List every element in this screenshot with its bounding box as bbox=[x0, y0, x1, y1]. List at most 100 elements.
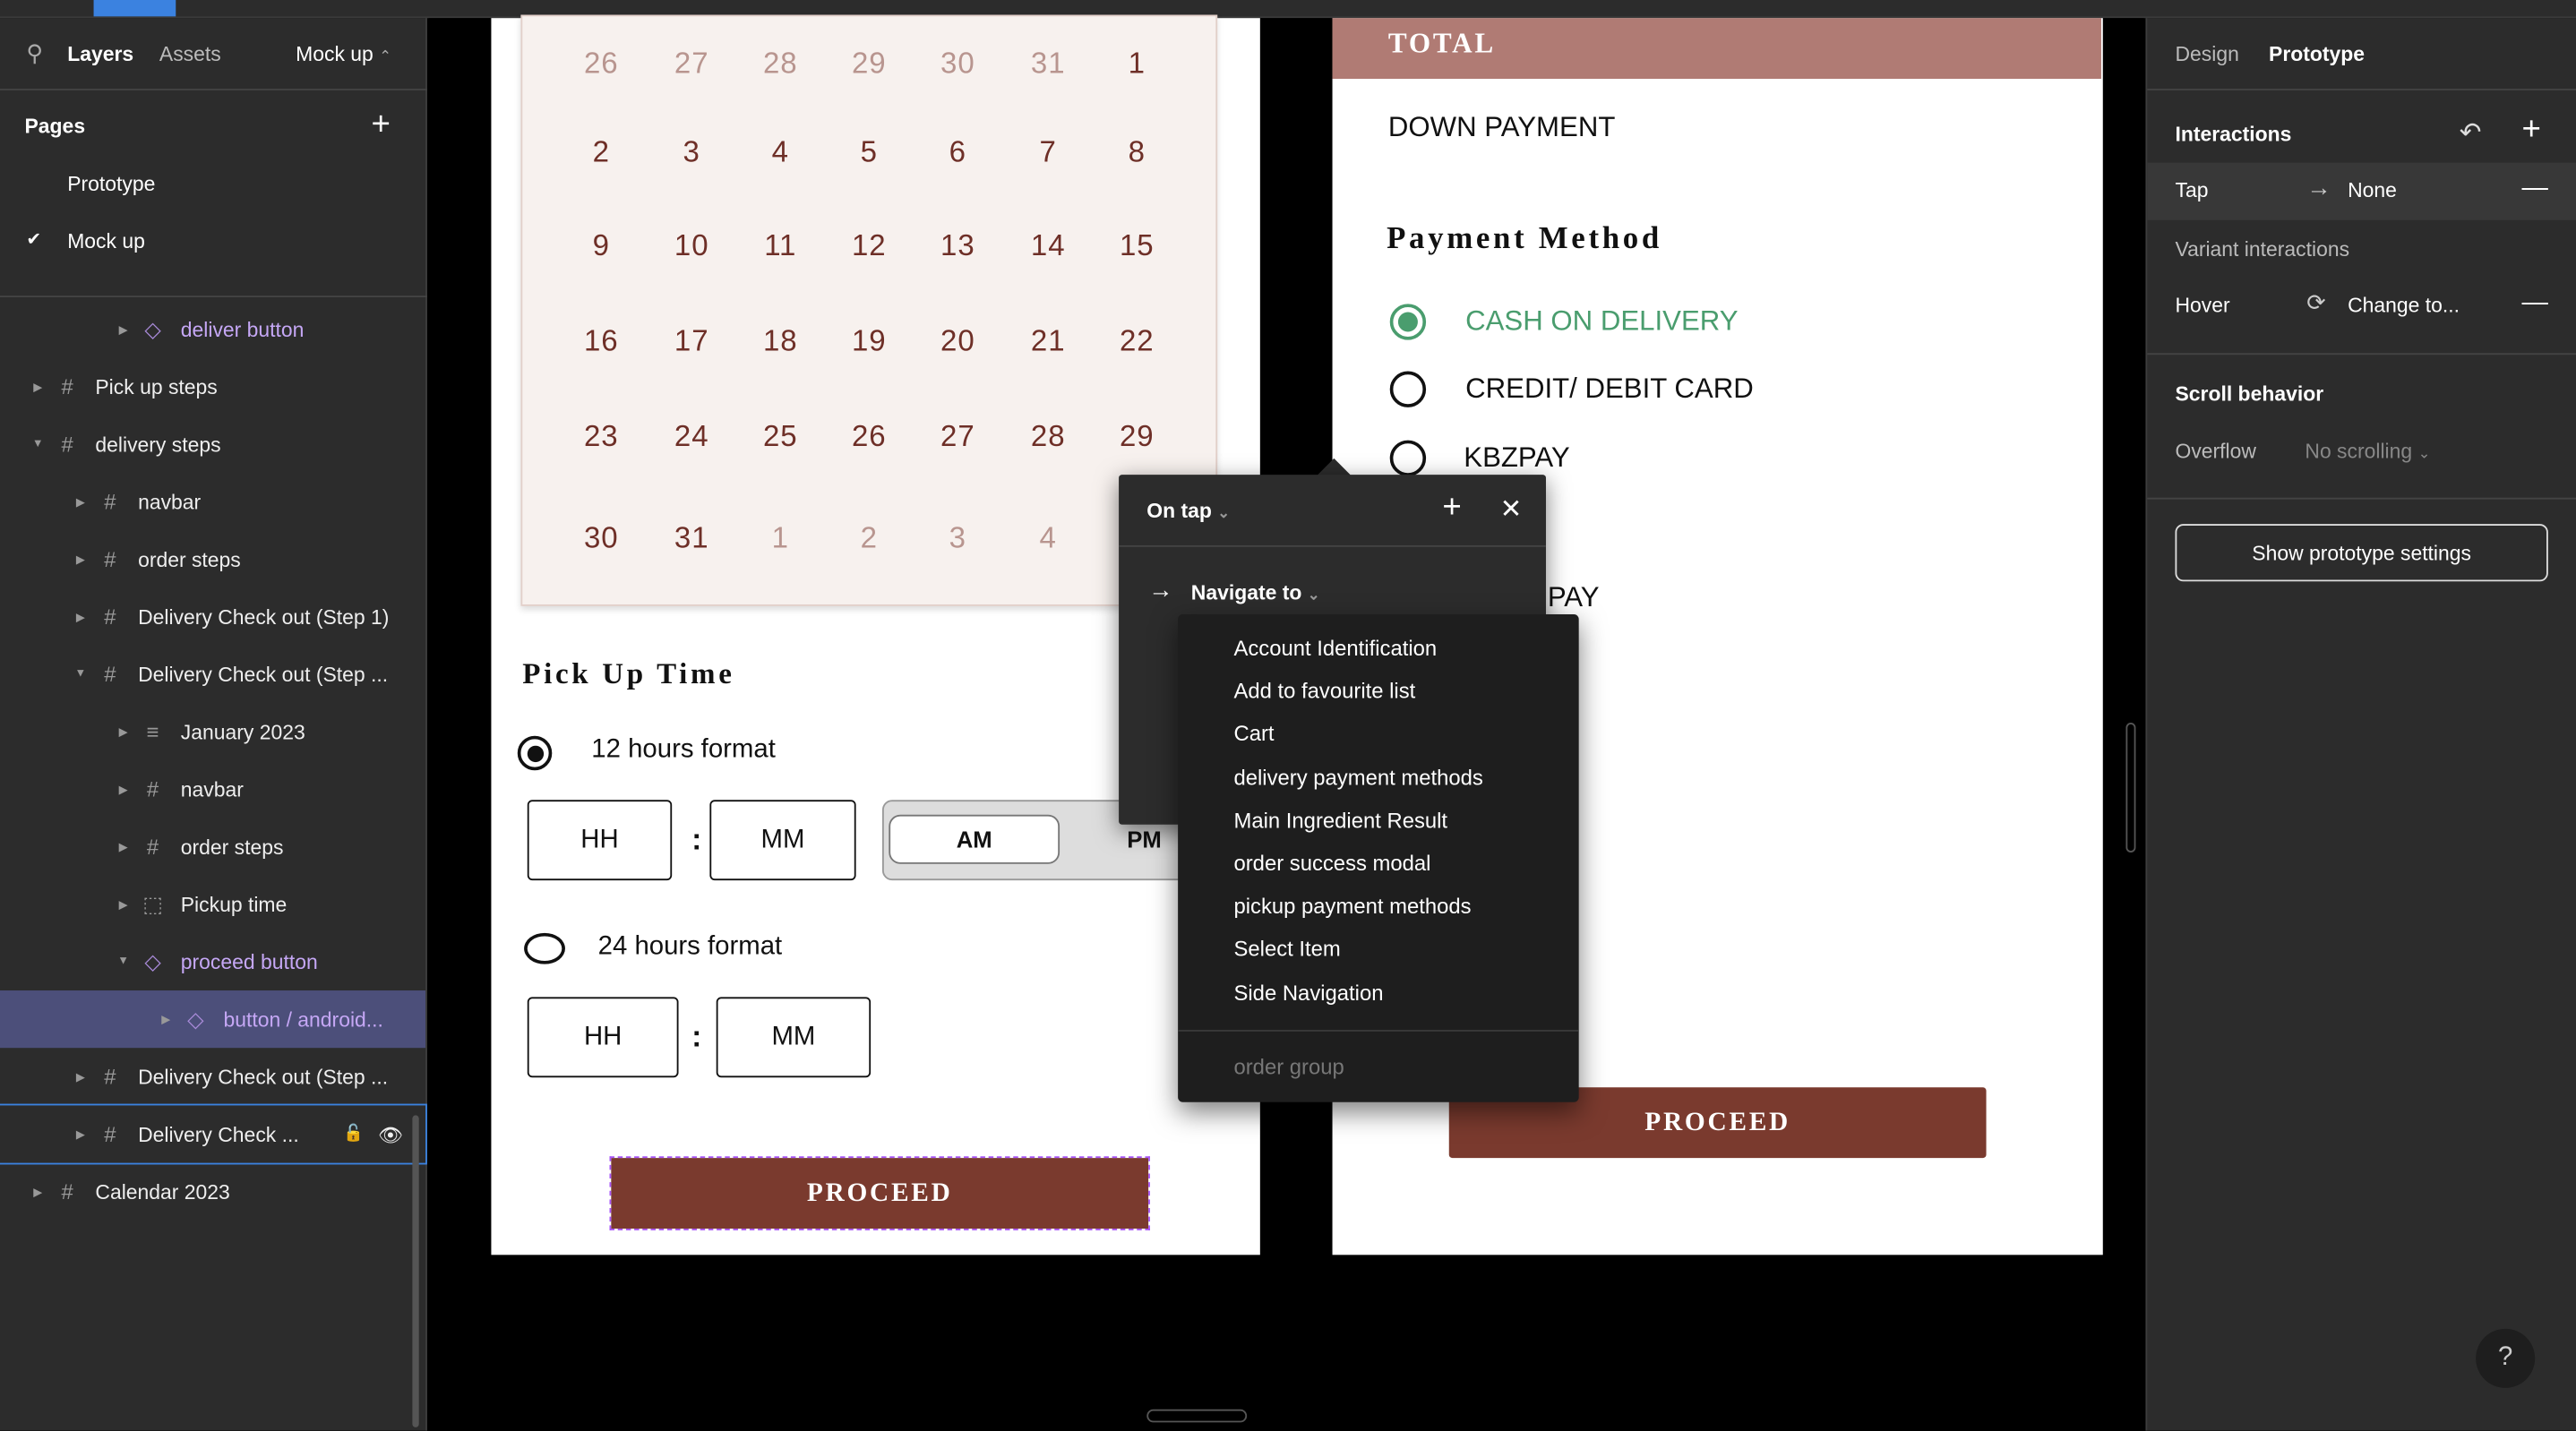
interaction-row-hover[interactable]: Hover ⟳ Change to... — bbox=[2147, 278, 2576, 335]
calendar-day[interactable]: 12 bbox=[837, 229, 902, 264]
calendar-day[interactable]: 3 bbox=[659, 135, 725, 170]
calendar-day[interactable]: 9 bbox=[569, 229, 634, 264]
calendar-day[interactable]: 23 bbox=[569, 420, 634, 455]
calendar-day[interactable]: 20 bbox=[925, 324, 991, 359]
menu-item-destination[interactable]: pickup payment methods bbox=[1233, 894, 1471, 919]
layer-row[interactable]: ▶ ⬚ Pickup time bbox=[0, 876, 425, 933]
radio-12-hours-selected[interactable] bbox=[517, 735, 553, 771]
active-tool-tab[interactable] bbox=[93, 0, 176, 17]
mm-input-12[interactable]: MM bbox=[709, 800, 856, 881]
hh-input-12[interactable]: HH bbox=[527, 800, 673, 881]
collapse-caret-icon[interactable]: ▼ bbox=[30, 439, 46, 450]
menu-item-destination[interactable]: Account Identification bbox=[1233, 636, 1437, 661]
layer-row[interactable]: ▶ # Pick up steps bbox=[0, 358, 425, 416]
tab-design[interactable]: Design bbox=[2175, 43, 2238, 66]
calendar-day[interactable]: 27 bbox=[659, 47, 725, 81]
am-option[interactable]: AM bbox=[889, 814, 1060, 864]
calendar-day[interactable]: 1 bbox=[748, 521, 813, 556]
layers-scrollbar[interactable] bbox=[412, 1115, 419, 1427]
pm-option[interactable]: PM bbox=[1127, 827, 1162, 853]
calendar-day[interactable]: 28 bbox=[1016, 420, 1081, 455]
collapse-caret-icon[interactable]: ▼ bbox=[73, 669, 89, 681]
expand-caret-icon[interactable]: ▶ bbox=[73, 1070, 89, 1084]
calendar-day[interactable]: 24 bbox=[659, 420, 725, 455]
expand-caret-icon[interactable]: ▶ bbox=[73, 610, 89, 623]
layer-row[interactable]: ▶ # order steps bbox=[0, 530, 425, 587]
menu-item-destination[interactable]: order success modal bbox=[1233, 851, 1430, 876]
calendar-day[interactable]: 18 bbox=[748, 324, 813, 359]
expand-caret-icon[interactable]: ▶ bbox=[30, 1185, 46, 1198]
trigger-dropdown[interactable]: On tap ⌄ bbox=[1146, 500, 1230, 523]
layer-row[interactable]: ▶ # Calendar 2023 bbox=[0, 1163, 425, 1221]
menu-item-destination[interactable]: Main Ingredient Result bbox=[1233, 808, 1447, 833]
calendar-day[interactable]: 31 bbox=[1016, 47, 1081, 81]
calendar-day[interactable]: 19 bbox=[837, 324, 902, 359]
overflow-dropdown[interactable]: No scrolling ⌄ bbox=[2305, 441, 2430, 464]
layer-row[interactable]: ▼ # delivery steps bbox=[0, 416, 425, 473]
layer-row[interactable]: ▶ # navbar bbox=[0, 760, 425, 818]
option-partial-pay[interactable]: PAY bbox=[1548, 581, 1600, 614]
calendar-day[interactable]: 26 bbox=[569, 47, 634, 81]
calendar-day[interactable]: 25 bbox=[748, 420, 813, 455]
reset-interactions-icon[interactable]: ↶ bbox=[2460, 116, 2482, 150]
layer-row[interactable]: ▶ # Delivery Check out (Step ... bbox=[0, 1048, 425, 1105]
calendar-day[interactable]: 4 bbox=[1016, 521, 1081, 556]
add-action-icon[interactable]: + bbox=[1442, 490, 1461, 527]
close-icon[interactable]: ✕ bbox=[1500, 493, 1523, 526]
expand-caret-icon[interactable]: ▶ bbox=[158, 1013, 174, 1026]
calendar-day[interactable]: 29 bbox=[837, 47, 902, 81]
radio-credit-debit[interactable] bbox=[1389, 371, 1427, 407]
add-page-icon[interactable]: + bbox=[372, 107, 391, 144]
calendar-day[interactable]: 26 bbox=[837, 420, 902, 455]
expand-caret-icon[interactable]: ▶ bbox=[115, 897, 131, 911]
calendar-day[interactable]: 28 bbox=[748, 47, 813, 81]
calendar-day[interactable]: 2 bbox=[837, 521, 902, 556]
calendar-day[interactable]: 6 bbox=[925, 135, 991, 170]
calendar-day[interactable]: 17 bbox=[659, 324, 725, 359]
menu-item-destination[interactable]: Side Navigation bbox=[1233, 980, 1383, 1005]
calendar-day[interactable]: 15 bbox=[1104, 229, 1170, 264]
expand-caret-icon[interactable]: ▶ bbox=[115, 783, 131, 796]
canvas-scrollbar[interactable] bbox=[2125, 723, 2136, 853]
calendar-day[interactable]: 29 bbox=[1104, 420, 1170, 455]
expand-caret-icon[interactable]: ▶ bbox=[115, 725, 131, 739]
calendar-day[interactable]: 21 bbox=[1016, 324, 1081, 359]
calendar-day[interactable]: 13 bbox=[925, 229, 991, 264]
interaction-row-tap[interactable]: Tap → None — bbox=[2147, 162, 2576, 220]
unlock-icon[interactable]: 🔓 bbox=[343, 1125, 364, 1143]
remove-interaction-icon[interactable]: — bbox=[2521, 289, 2547, 319]
layer-row[interactable]: ▶ # navbar bbox=[0, 473, 425, 530]
calendar-day[interactable]: 22 bbox=[1104, 324, 1170, 359]
calendar-day[interactable]: 11 bbox=[748, 229, 813, 264]
calendar-day[interactable]: 7 bbox=[1016, 135, 1081, 170]
option-credit-debit[interactable]: CREDIT/ DEBIT CARD bbox=[1465, 373, 1754, 406]
hh-input-24[interactable]: HH bbox=[527, 997, 679, 1078]
calendar-day[interactable]: 1 bbox=[1104, 47, 1170, 81]
calendar-day[interactable]: 2 bbox=[569, 135, 634, 170]
calendar-day[interactable]: 30 bbox=[925, 47, 991, 81]
layer-row[interactable]: ▶ ≡ January 2023 bbox=[0, 703, 425, 760]
menu-item-destination[interactable]: Select Item bbox=[1233, 937, 1340, 962]
action-dropdown[interactable]: Navigate to ⌄ bbox=[1191, 581, 1320, 604]
eye-icon[interactable]: 👁 bbox=[378, 1123, 403, 1146]
page-item-prototype[interactable]: Prototype bbox=[67, 173, 155, 196]
calendar-day[interactable]: 31 bbox=[659, 521, 725, 556]
calendar-day[interactable]: 5 bbox=[837, 135, 902, 170]
show-prototype-settings-button[interactable]: Show prototype settings bbox=[2175, 524, 2548, 582]
help-button[interactable]: ? bbox=[2476, 1328, 2536, 1388]
layer-row[interactable]: ▶ # Delivery Check ... 🔓 👁 bbox=[0, 1103, 427, 1165]
menu-item-destination[interactable]: delivery payment methods bbox=[1233, 765, 1482, 790]
menu-item-destination[interactable]: Cart bbox=[1233, 722, 1274, 747]
radio-24-hours[interactable] bbox=[524, 932, 565, 964]
horizontal-scrollbar[interactable] bbox=[1146, 1409, 1248, 1423]
page-item-mock-up[interactable]: Mock up bbox=[67, 230, 145, 253]
remove-interaction-icon[interactable]: — bbox=[2521, 174, 2547, 203]
expand-caret-icon[interactable]: ▶ bbox=[73, 553, 89, 566]
layer-row[interactable]: ▶ # order steps bbox=[0, 818, 425, 875]
calendar-day[interactable]: 27 bbox=[925, 420, 991, 455]
mm-input-24[interactable]: MM bbox=[716, 997, 872, 1078]
calendar-day[interactable]: 10 bbox=[659, 229, 725, 264]
collapse-caret-icon[interactable]: ▼ bbox=[115, 956, 131, 968]
expand-caret-icon[interactable]: ▶ bbox=[115, 840, 131, 853]
menu-item-destination[interactable]: Add to favourite list bbox=[1233, 679, 1415, 704]
